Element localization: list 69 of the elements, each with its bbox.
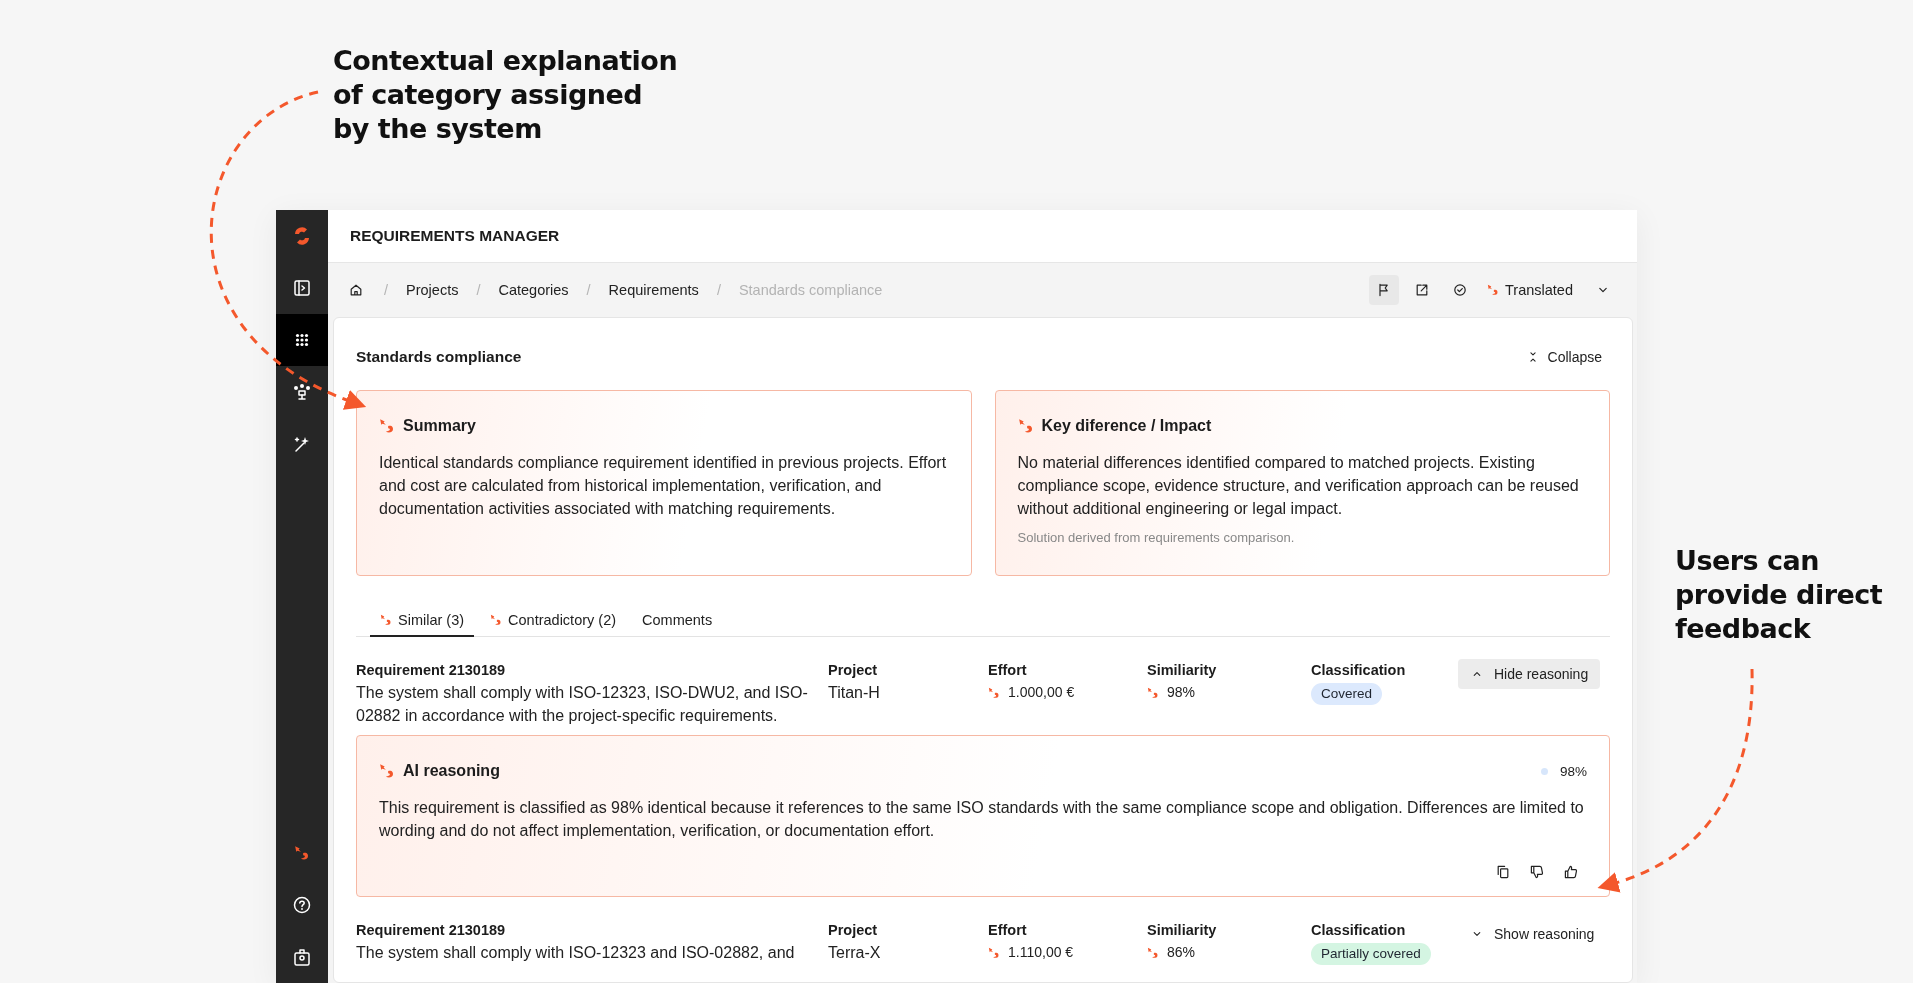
breadcrumb-separator: /: [476, 282, 481, 298]
sparkle-icon: [1487, 284, 1500, 296]
column-label: Effort: [988, 921, 1028, 940]
requirement-title: Requirement 2130189: [356, 661, 507, 680]
card-title: Summary: [403, 417, 476, 435]
sparkle-icon: [1147, 946, 1159, 959]
column-label: Similiarity: [1147, 661, 1218, 680]
card-text: No material differences identified compared to matched projects. Existing compliance scope, evidence structure, and verification approach can be reused without additional engineering or legal impact.: [1017, 453, 1580, 519]
card-title: Key diference / Impact: [1041, 417, 1212, 435]
column-label: Project: [828, 921, 879, 940]
tab[interactable]: Contradictory (2): [480, 608, 627, 637]
classification-badge: Covered: [1311, 683, 1383, 705]
id-badge-icon: [292, 947, 312, 967]
breadcrumb-separator: /: [716, 282, 721, 298]
breadcrumb-link[interactable]: Projects: [406, 282, 459, 298]
card-note: Solution derived from requirements comparison.: [1017, 530, 1296, 545]
column-label: Effort: [988, 661, 1028, 680]
collapse-button[interactable]: Collapse: [1525, 349, 1610, 365]
sparkle-icon: [294, 845, 310, 861]
sparkle-icon: [379, 763, 395, 779]
help-icon: [292, 895, 312, 915]
breadcrumb-link[interactable]: Requirements: [608, 282, 699, 298]
organization-icon: [292, 382, 312, 402]
requirement-text: The system shall comply with ISO-12323 and ISO-02882, and: [356, 943, 796, 963]
field-value: 98%: [1167, 683, 1196, 702]
toolbar-button[interactable]: [1369, 275, 1400, 305]
field-value: 1.110,00 €: [1008, 943, 1074, 962]
home-icon: [348, 282, 364, 298]
copy-icon: [1495, 864, 1511, 880]
field-value: Titan-H: [828, 683, 881, 703]
sparkle-icon: [988, 686, 1000, 699]
tab[interactable]: Similar (3): [370, 608, 475, 637]
sparkle-icon: [1017, 418, 1034, 434]
column-label: Similiarity: [1147, 921, 1218, 940]
sparkle-icon: [1147, 686, 1159, 699]
reasoning-toggle[interactable]: Show reasoning: [1458, 919, 1607, 949]
thumbs-down-icon: [1529, 864, 1545, 880]
section-title: Standards compliance: [356, 348, 522, 366]
field-value: 1.000,00 €: [1008, 683, 1075, 702]
field-value: 86%: [1167, 943, 1196, 962]
column-label: Project: [828, 661, 879, 680]
breadcrumb-separator: /: [384, 282, 389, 298]
breadcrumb-separator: /: [586, 282, 591, 298]
card-text: Identical standards compliance requirement identified in previous projects. Effort and cost are calculated from historical implementation, verification, and documentation activities associated with matching requirements.: [379, 453, 948, 519]
requirement-text: The system shall comply with ISO-12323, ISO-DWU2, and ISO-02882 in accordance with the project-specific requirements.: [356, 683, 809, 726]
sparkle-icon: [379, 418, 395, 434]
sidebar-button[interactable]: [276, 314, 328, 366]
breadcrumb-link[interactable]: Categories: [498, 282, 569, 298]
column-label: Classification: [1311, 661, 1407, 680]
reasoning-text: This requirement is classified as 98% identical because it references to the same ISO standards with the same compliance scope and obligation. Differences are limited to wording and do not affect implementation, verification, or documentation effort.: [379, 798, 1585, 841]
annotation-text: Contextual explanation of category assigned by the system: [333, 44, 679, 146]
field-value: Terra-X: [828, 943, 882, 963]
check-circle-icon: [1452, 282, 1469, 298]
column-label: Classification: [1311, 921, 1407, 940]
confidence-value: 98%: [1559, 763, 1587, 779]
language-dropdown[interactable]: Translated: [1483, 282, 1615, 298]
app-title: REQUIREMENTS MANAGER: [350, 227, 560, 245]
card-title: AI reasoning: [403, 762, 500, 780]
sparkle-icon: [380, 614, 392, 626]
sparkle-icon: [490, 614, 503, 626]
thumbs-up-icon: [1563, 864, 1579, 880]
requirement-title: Requirement 2130189: [356, 921, 507, 940]
sparkle-icon: [988, 946, 1000, 959]
tab[interactable]: Comments: [632, 608, 723, 637]
annotation-text: Users can provide direct feedback: [1675, 544, 1883, 646]
panel-icon: [292, 278, 312, 298]
reasoning-toggle[interactable]: Hide reasoning: [1458, 659, 1601, 689]
classification-badge: Partially covered: [1311, 943, 1431, 965]
status-dot: [1540, 767, 1548, 775]
